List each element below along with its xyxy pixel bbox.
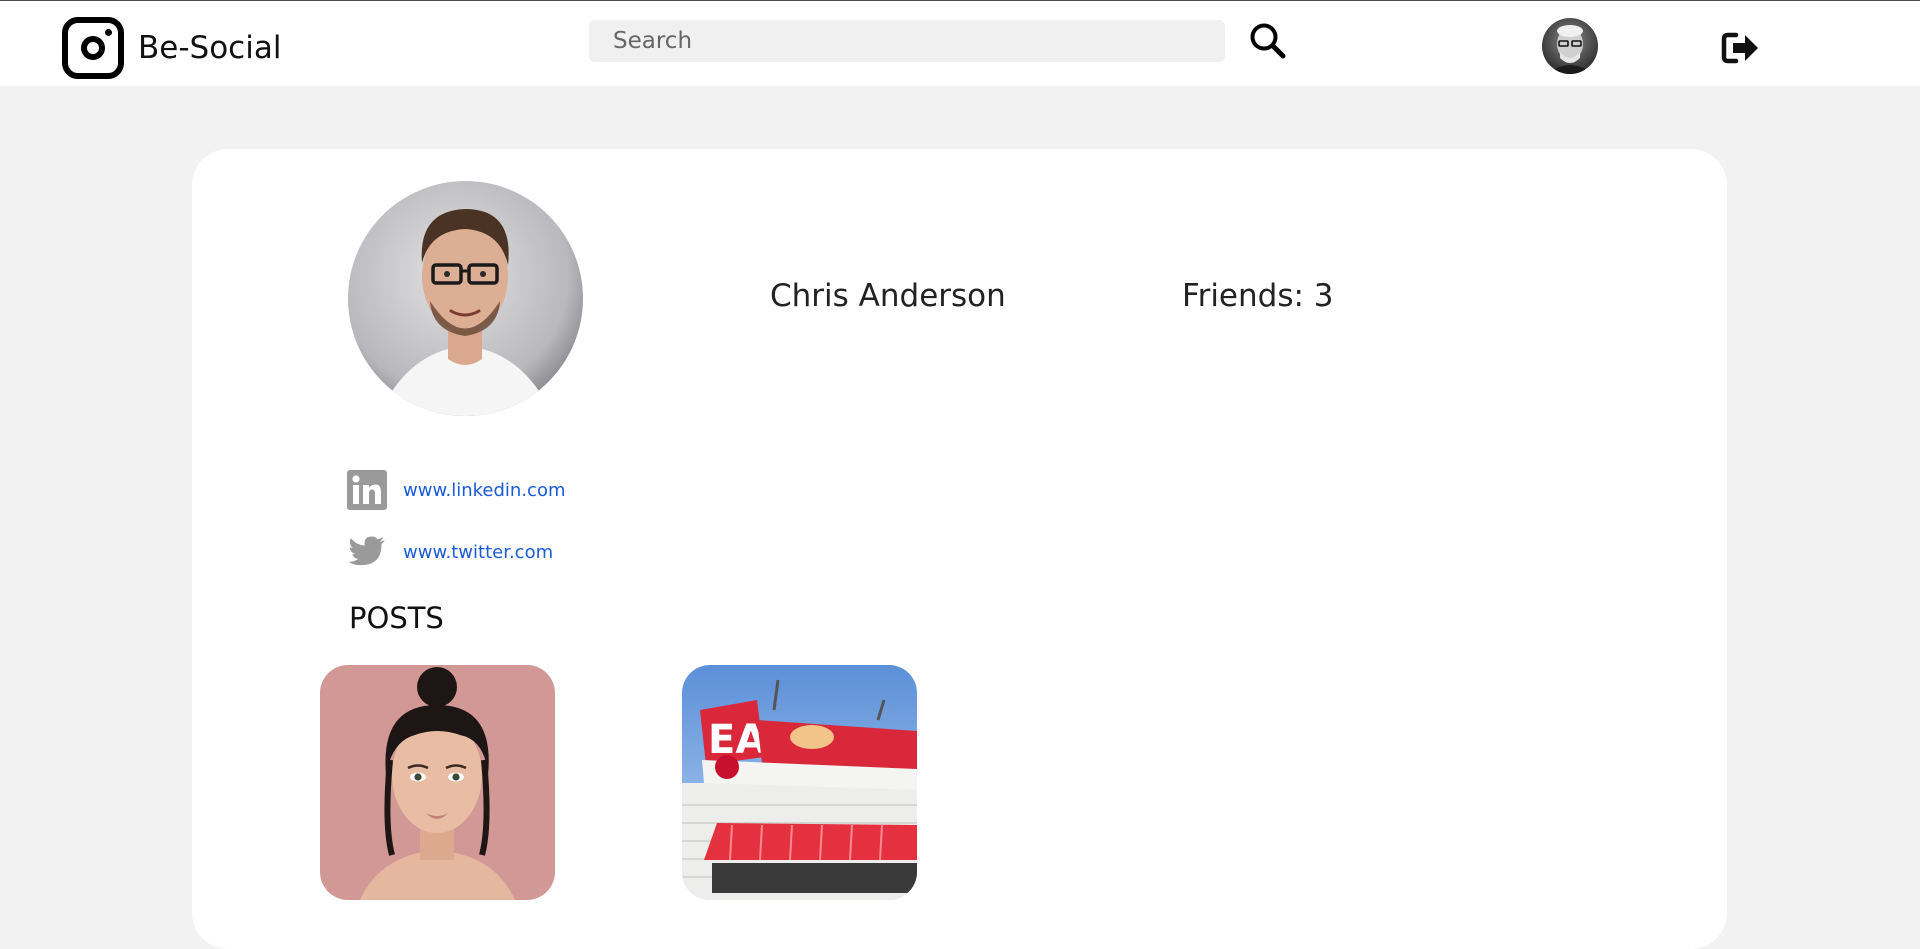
search-icon[interactable] [1246, 19, 1290, 63]
posts-heading: POSTS [349, 601, 444, 635]
friends-count: Friends: 3 [1182, 276, 1334, 316]
top-navbar: Be-Social [0, 0, 1920, 86]
twitter-link[interactable]: www.twitter.com [403, 542, 553, 564]
search-input[interactable] [589, 20, 1225, 62]
friends-number: 3 [1313, 278, 1334, 314]
post-thumbnail[interactable]: EAT [682, 665, 917, 900]
user-avatar[interactable] [1542, 18, 1598, 74]
sign-out-icon[interactable] [1720, 29, 1762, 67]
profile-photo [348, 181, 583, 416]
instagram-logo-icon[interactable] [62, 17, 124, 79]
brand-name[interactable]: Be-Social [138, 28, 281, 68]
twitter-icon [347, 532, 387, 572]
profile-name: Chris Anderson [770, 278, 1006, 314]
linkedin-link[interactable]: www.linkedin.com [403, 480, 566, 502]
friends-label: Friends: [1182, 278, 1304, 314]
post-thumbnail[interactable] [320, 665, 555, 900]
linkedin-icon [347, 470, 387, 510]
